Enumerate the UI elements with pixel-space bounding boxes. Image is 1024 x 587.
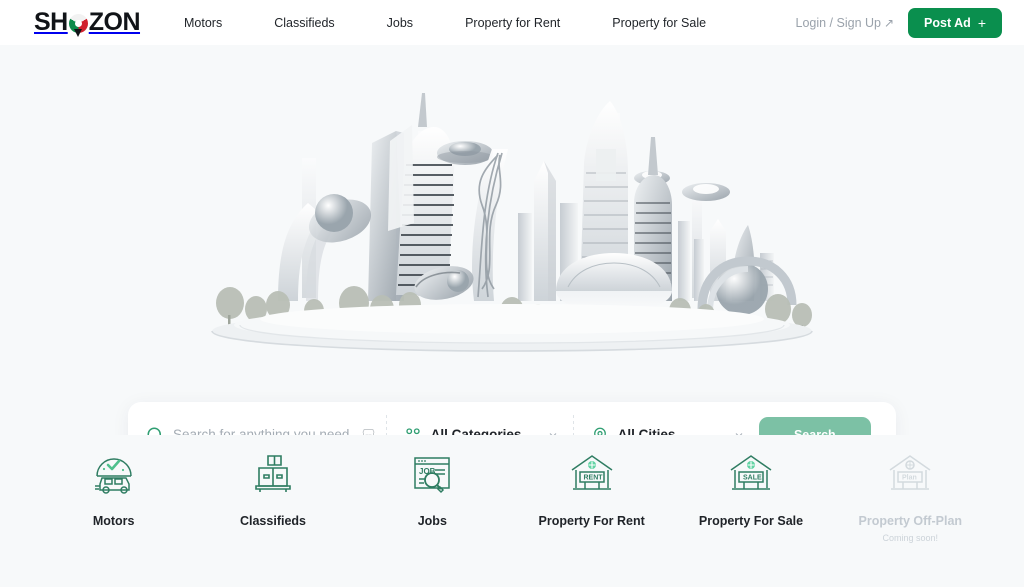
grid-categories-icon (405, 427, 420, 434)
nav-item-property-for-rent[interactable]: Property for Rent (439, 16, 586, 30)
chevron-down-icon (549, 432, 557, 435)
category-label: Classifieds (239, 514, 306, 528)
city-selected-value: All Cities (617, 427, 676, 435)
svg-text:Plan: Plan (902, 475, 917, 482)
external-arrow-icon: ↗ (883, 15, 895, 30)
category-shortcuts: Motors Classifieds JOB Jobs RENT Propert… (0, 448, 1024, 543)
homepage: SH ZON Motors Classifieds Jobs Property … (0, 0, 1024, 587)
category-label: Motors (92, 514, 135, 528)
site-header: SH ZON Motors Classifieds Jobs Property … (0, 0, 1024, 45)
category-coming-soon-note: Coming soon! (882, 533, 939, 543)
category-selected-value: All Categories (430, 427, 522, 435)
category-label: Property Off-Plan (858, 514, 963, 528)
location-pin-icon (593, 427, 606, 435)
house-rent-sign-icon: RENT (571, 455, 613, 490)
category-label: Property For Sale (698, 514, 804, 528)
search-bar: Search for anything you need... All Cate… (128, 402, 896, 435)
category-property-for-rent[interactable]: RENT Property For Rent (512, 448, 671, 528)
post-ad-label: Post Ad (924, 15, 971, 30)
category-property-off-plan: Plan Property Off-Plan Coming soon! (831, 448, 990, 543)
category-classifieds[interactable]: Classifieds (193, 448, 352, 528)
job-search-icon: JOB (414, 457, 451, 494)
category-jobs[interactable]: JOB Jobs (353, 448, 512, 528)
search-query-field[interactable]: Search for anything you need... (128, 402, 386, 435)
nav-item-jobs[interactable]: Jobs (361, 16, 439, 30)
house-plan-sign-icon: Plan (889, 455, 931, 490)
login-signup-label: Login / Sign Up (795, 15, 881, 30)
car-badge-icon (94, 458, 132, 494)
post-ad-button[interactable]: Post Ad + (908, 7, 1002, 38)
nav-item-property-for-sale[interactable]: Property for Sale (586, 16, 732, 30)
house-sale-sign-icon: SALE (730, 455, 772, 490)
search-input-placeholder: Search for anything you need... (173, 427, 361, 435)
search-circle-icon (147, 427, 161, 435)
logo-text: SH ZON (34, 8, 141, 37)
logo-text-part2: ZON (88, 8, 141, 36)
category-select[interactable]: All Categories (387, 402, 573, 435)
svg-text:RENT: RENT (583, 475, 603, 482)
login-signup-link[interactable]: Login / Sign Up ↗ (796, 16, 895, 30)
plus-icon: + (977, 14, 986, 31)
nav-item-classifieds[interactable]: Classifieds (248, 16, 360, 30)
hero-section: Search for anything you need... All Cate… (0, 45, 1024, 435)
svg-text:SALE: SALE (743, 475, 762, 482)
category-label: Jobs (417, 514, 447, 528)
search-button[interactable]: Search (758, 417, 872, 435)
nav-item-motors[interactable]: Motors (184, 16, 248, 30)
site-logo[interactable]: SH ZON (34, 8, 141, 37)
category-motors[interactable]: Motors (34, 448, 193, 528)
futuristic-city-illustration (182, 53, 842, 353)
location-pin-icon (68, 14, 88, 37)
header-actions: Login / Sign Up ↗ Post Ad + (796, 7, 1002, 38)
chevron-down-icon (735, 432, 743, 435)
category-property-for-sale[interactable]: SALE Property For Sale (671, 448, 830, 528)
primary-nav: Motors Classifieds Jobs Property for Ren… (184, 16, 732, 30)
city-select[interactable]: All Cities (574, 402, 759, 435)
category-label: Property For Rent (538, 514, 645, 528)
logo-text-part1: SH (34, 8, 68, 36)
stacked-boxes-icon (255, 455, 291, 492)
marketplace-icon (362, 429, 375, 435)
